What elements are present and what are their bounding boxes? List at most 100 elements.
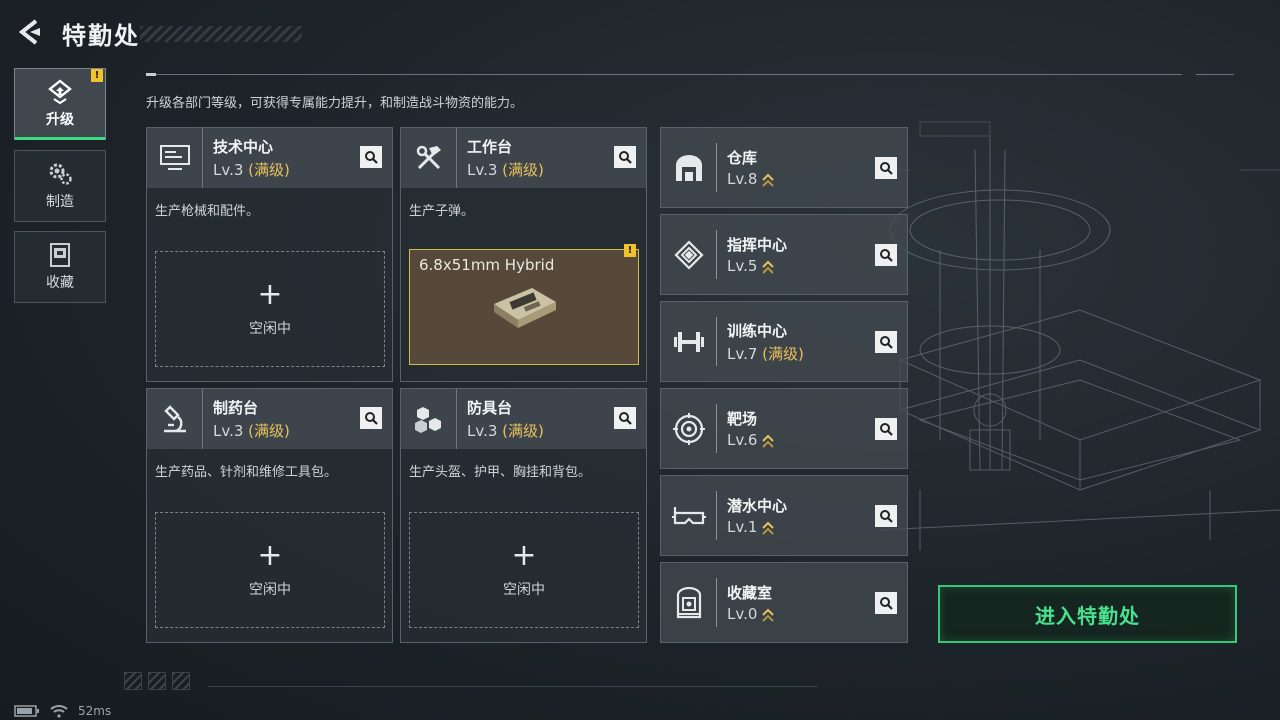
card-name: 制药台: [213, 399, 259, 417]
back-arrow-icon: [18, 19, 40, 45]
page-title: 特勤处: [62, 22, 140, 50]
card-name: 训练中心: [727, 321, 788, 340]
plus-icon: +: [511, 538, 537, 573]
card-icon-wrap: [661, 388, 717, 469]
upgrade-chevron-icon: [762, 173, 775, 187]
collection-icon: [676, 586, 702, 618]
card-level: Lv.7 (满级): [727, 343, 804, 364]
level-text: Lv.5: [727, 257, 758, 275]
search-button[interactable]: [875, 331, 897, 353]
alert-badge: !: [624, 244, 636, 257]
nav-label: 制造: [46, 194, 74, 210]
card-header: 工作台 Lv.3 (满级): [401, 128, 646, 188]
alert-badge: !: [91, 69, 103, 82]
level-text: Lv.3: [467, 161, 498, 179]
facility-diving-center[interactable]: 潜水中心 Lv.1: [660, 475, 908, 556]
search-button[interactable]: [875, 592, 897, 614]
nav-upgrade[interactable]: ! 升级: [14, 68, 106, 140]
plus-icon: +: [257, 277, 283, 312]
search-button[interactable]: [360, 146, 382, 168]
enter-button-label: 进入特勤处: [1035, 603, 1140, 628]
card-pharmacy: 制药台 Lv.3 (满级) 生产药品、针剂和维修工具包。 + 空闲中: [146, 388, 393, 643]
card-level: Lv.1: [727, 518, 787, 536]
tools-icon: [416, 145, 441, 170]
search-button[interactable]: [360, 407, 382, 429]
card-icon-wrap: [661, 127, 717, 208]
search-button[interactable]: [875, 157, 897, 179]
card-name: 指挥中心: [727, 236, 788, 254]
card-description: 生产头盔、护甲、胸挂和背包。: [409, 465, 592, 480]
search-button[interactable]: [875, 244, 897, 266]
status-bar: 52ms: [14, 702, 111, 720]
card-level: Lv.6: [727, 431, 775, 449]
facility-training-center[interactable]: 训练中心 Lv.7 (满级): [660, 301, 908, 382]
card-titles: 工作台 Lv.3 (满级): [467, 136, 544, 180]
gear-icon: [49, 163, 72, 185]
card-titles: 仓库 Lv.8: [727, 147, 775, 188]
search-icon: [365, 151, 378, 164]
card-name: 技术中心: [213, 138, 274, 156]
card-description: 生产药品、针剂和维修工具包。: [155, 465, 338, 480]
search-icon: [880, 597, 893, 610]
battery-icon: [14, 705, 39, 717]
search-button[interactable]: [875, 418, 897, 440]
search-button[interactable]: [875, 505, 897, 527]
dumbbell-icon: [674, 331, 704, 352]
warehouse-icon: [676, 154, 702, 181]
page-description: 升级各部门等级，可获得专属能力提升，和制造战斗物资的能力。: [146, 96, 524, 111]
header-divider-accent: [146, 73, 156, 76]
level-text: Lv.3: [467, 422, 498, 440]
top-bar: 特勤处: [0, 0, 1280, 64]
card-titles: 指挥中心 Lv.5: [727, 234, 787, 275]
card-name: 靶场: [727, 410, 758, 428]
max-level-tag: (满级): [502, 161, 544, 179]
facility-shooting-range[interactable]: 靶场 Lv.6: [660, 388, 908, 469]
production-slot-empty[interactable]: + 空闲中: [409, 512, 639, 628]
card-level: Lv.5: [727, 257, 787, 275]
collection-icon: [50, 243, 70, 267]
search-button[interactable]: [614, 407, 636, 429]
facility-warehouse[interactable]: 仓库 Lv.8: [660, 127, 908, 208]
search-icon: [365, 412, 378, 425]
card-name: 收藏室: [727, 584, 773, 602]
card-icon-wrap: [147, 389, 203, 449]
card-titles: 收藏室 Lv.0: [727, 582, 775, 623]
card-name: 仓库: [727, 149, 758, 167]
upgrade-icon: [48, 79, 72, 105]
nav-craft[interactable]: 制造: [14, 150, 106, 222]
chip-icon: [674, 239, 704, 270]
production-slot-empty[interactable]: + 空闲中: [155, 251, 385, 367]
card-level: Lv.3 (满级): [467, 159, 544, 180]
card-titles: 靶场 Lv.6: [727, 408, 775, 449]
card-header: 防具台 Lv.3 (满级): [401, 389, 646, 449]
search-icon: [619, 151, 632, 164]
computer-icon: [159, 145, 190, 170]
search-icon: [880, 423, 893, 436]
diving-mask-icon: [672, 506, 706, 524]
microscope-icon: [163, 405, 186, 433]
wifi-icon: [50, 705, 68, 718]
bottom-decoration: [124, 672, 190, 690]
production-slot-empty[interactable]: + 空闲中: [155, 512, 385, 628]
nav-collection[interactable]: 收藏: [14, 231, 106, 303]
search-button[interactable]: [614, 146, 636, 168]
max-level-tag: (满级): [248, 161, 290, 179]
card-titles: 防具台 Lv.3 (满级): [467, 397, 544, 441]
card-name: 潜水中心: [727, 497, 788, 515]
facility-collection-room[interactable]: 收藏室 Lv.0: [660, 562, 908, 643]
target-icon: [673, 412, 705, 445]
card-icon-wrap: [401, 389, 457, 449]
card-name: 防具台: [467, 399, 513, 417]
slot-status: 空闲中: [249, 321, 291, 337]
slot-status: 空闲中: [249, 582, 291, 598]
enter-special-ops-button[interactable]: 进入特勤处: [938, 585, 1237, 643]
production-slot-item[interactable]: ! 6.8x51mm Hybrid: [409, 244, 639, 365]
search-icon: [880, 249, 893, 262]
header-divider: [146, 74, 1182, 75]
facility-command-center[interactable]: 指挥中心 Lv.5: [660, 214, 908, 295]
plus-icon: +: [257, 538, 283, 573]
back-button[interactable]: [14, 16, 46, 48]
card-icon-wrap: [661, 214, 717, 295]
title-decoration: [140, 26, 302, 42]
card-level: Lv.0: [727, 605, 775, 623]
